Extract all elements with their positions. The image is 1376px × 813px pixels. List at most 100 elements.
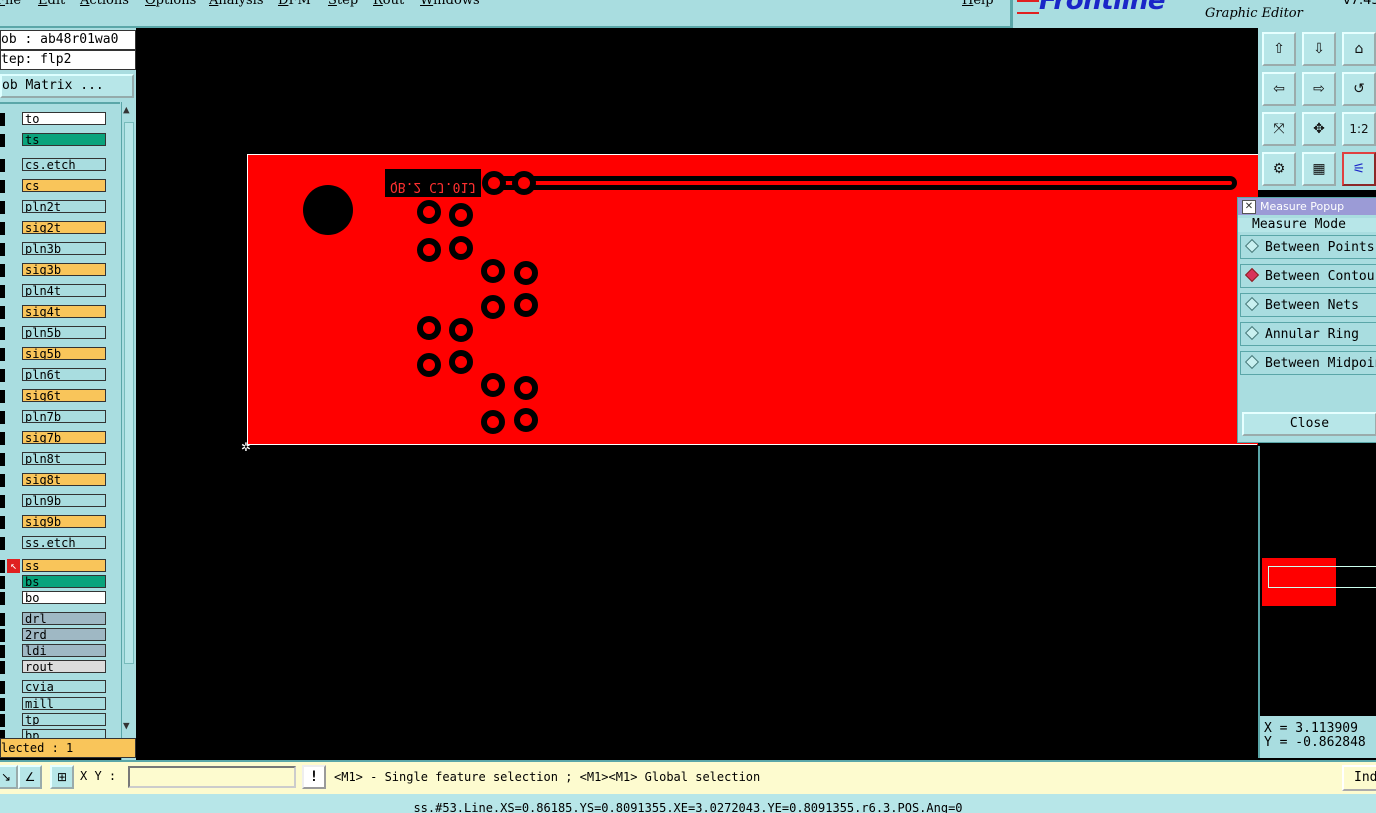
radio-icon[interactable] bbox=[1244, 354, 1260, 370]
via-pad[interactable] bbox=[512, 171, 536, 195]
layer-row[interactable]: ts bbox=[0, 133, 106, 148]
menu-rout[interactable]: Rout bbox=[373, 0, 404, 8]
layer-checkbox[interactable] bbox=[0, 681, 5, 695]
via-pad[interactable] bbox=[449, 350, 473, 374]
layer-checkbox[interactable] bbox=[0, 628, 5, 642]
measure-icon[interactable]: ∠ bbox=[18, 765, 42, 789]
scroll-up-icon[interactable]: ▲ bbox=[123, 104, 130, 115]
via-pad[interactable] bbox=[514, 408, 538, 432]
home-icon[interactable]: ⌂ bbox=[1342, 32, 1376, 66]
layer-checkbox[interactable] bbox=[0, 495, 5, 508]
via-pad[interactable] bbox=[417, 238, 441, 262]
layer-checkbox[interactable] bbox=[0, 306, 5, 319]
layer-row[interactable]: drl bbox=[0, 611, 106, 627]
measure-option[interactable]: Between Nets bbox=[1240, 293, 1376, 317]
grid-snap-icon[interactable]: ⊞ bbox=[50, 765, 74, 789]
layer-checkbox[interactable] bbox=[0, 222, 5, 235]
via-pad[interactable] bbox=[514, 293, 538, 317]
layer-checkbox[interactable] bbox=[0, 576, 5, 590]
menu-options[interactable]: Options bbox=[145, 0, 196, 8]
menu-dfm[interactable]: DFM bbox=[278, 0, 311, 8]
fiducial-pad[interactable] bbox=[303, 185, 353, 235]
layer-row[interactable]: cs bbox=[0, 179, 106, 194]
layer-checkbox[interactable] bbox=[0, 661, 5, 675]
pan-left-icon[interactable]: ⇦ bbox=[1262, 72, 1296, 106]
via-pad[interactable] bbox=[482, 171, 506, 195]
via-pad[interactable] bbox=[481, 410, 505, 434]
via-pad[interactable] bbox=[449, 203, 473, 227]
layer-checkbox[interactable] bbox=[0, 285, 5, 298]
layer-row[interactable]: ↖ ss bbox=[0, 559, 106, 574]
layer-row[interactable]: pln5b bbox=[0, 326, 106, 341]
layer-row[interactable]: ldi bbox=[0, 644, 106, 659]
radio-icon[interactable] bbox=[1244, 325, 1260, 341]
layer-row[interactable]: cvia bbox=[0, 680, 106, 695]
layer-row[interactable]: pln8t bbox=[0, 452, 106, 467]
layer-row[interactable]: 2rd bbox=[0, 627, 106, 643]
layer-checkbox[interactable] bbox=[0, 390, 5, 403]
overview-map[interactable] bbox=[1258, 446, 1376, 716]
layer-checkbox[interactable] bbox=[0, 645, 5, 658]
layer-checkbox[interactable] bbox=[0, 432, 5, 445]
menu-windows[interactable]: Windows bbox=[420, 0, 480, 8]
via-pad[interactable] bbox=[514, 261, 538, 285]
scroll-down-icon[interactable]: ▼ bbox=[123, 720, 130, 731]
alert-button[interactable]: ! bbox=[302, 765, 326, 789]
layer-checkbox[interactable] bbox=[0, 243, 5, 256]
via-pad[interactable] bbox=[449, 236, 473, 260]
layer-row[interactable]: ss.etch bbox=[0, 536, 106, 551]
via-pad[interactable] bbox=[481, 295, 505, 319]
layer-checkbox[interactable] bbox=[0, 264, 5, 277]
layer-row[interactable]: pln7b bbox=[0, 410, 106, 425]
layer-row[interactable]: sig4t bbox=[0, 305, 106, 320]
via-pad[interactable] bbox=[481, 259, 505, 283]
via-pad[interactable] bbox=[417, 353, 441, 377]
zoom-ratio-icon[interactable]: 1:2 bbox=[1342, 112, 1376, 146]
radio-icon[interactable] bbox=[1244, 296, 1260, 312]
layer-checkbox[interactable] bbox=[0, 537, 5, 550]
layer-checkbox[interactable] bbox=[0, 369, 5, 382]
layer-checkbox[interactable] bbox=[0, 713, 5, 727]
menu-edit[interactable]: Edit bbox=[38, 0, 65, 8]
layer-row[interactable]: pln2t bbox=[0, 200, 106, 215]
layer-row[interactable]: pln6t bbox=[0, 368, 106, 383]
radio-icon[interactable] bbox=[1244, 267, 1260, 283]
job-matrix-button[interactable]: ob Matrix ... bbox=[0, 74, 134, 98]
layer-checkbox[interactable] bbox=[0, 327, 5, 340]
layer-checkbox[interactable] bbox=[0, 516, 5, 529]
layer-checkbox[interactable] bbox=[0, 453, 5, 466]
layer-checkbox[interactable] bbox=[0, 201, 5, 214]
zoom-fit-icon[interactable]: ⤧ bbox=[1262, 112, 1296, 146]
snap-icon[interactable]: ↘ bbox=[0, 765, 18, 789]
measure-option[interactable]: Annular Ring bbox=[1240, 322, 1376, 346]
layer-scrollbar[interactable]: ▲ ▼ bbox=[121, 102, 136, 762]
layer-checkbox[interactable] bbox=[0, 134, 5, 147]
menu-step[interactable]: Step bbox=[328, 0, 358, 8]
layer-row[interactable]: pln9b bbox=[0, 494, 106, 509]
layer-row[interactable]: sig2t bbox=[0, 221, 106, 236]
layer-checkbox[interactable] bbox=[0, 113, 5, 126]
layer-checkbox[interactable] bbox=[0, 560, 5, 573]
pcb-board[interactable]: QB.2 CJ.01J bbox=[247, 154, 1258, 445]
scroll-thumb[interactable] bbox=[124, 122, 134, 664]
close-icon[interactable]: ✕ bbox=[1242, 200, 1256, 214]
layer-row[interactable]: to bbox=[0, 112, 106, 127]
via-pad[interactable] bbox=[417, 316, 441, 340]
layer-row[interactable]: tp bbox=[0, 712, 106, 728]
layer-row[interactable]: pln3b bbox=[0, 242, 106, 257]
measure-option[interactable]: Between Contours bbox=[1240, 264, 1376, 288]
layer-checkbox[interactable] bbox=[0, 612, 5, 626]
layer-checkbox[interactable] bbox=[0, 697, 5, 711]
pan-up-icon[interactable]: ⇧ bbox=[1262, 32, 1296, 66]
menu-file[interactable]: File bbox=[0, 0, 21, 8]
layer-checkbox[interactable] bbox=[0, 411, 5, 424]
measure-option[interactable]: Between Midpoints bbox=[1240, 351, 1376, 375]
measure-close-button[interactable]: Close bbox=[1242, 412, 1376, 436]
layer-checkbox[interactable] bbox=[0, 348, 5, 361]
grid-icon[interactable]: ▦ bbox=[1302, 152, 1336, 186]
layer-checkbox[interactable] bbox=[0, 474, 5, 487]
menu-help[interactable]: Help bbox=[962, 0, 994, 8]
zoom-back-icon[interactable]: ↺ bbox=[1342, 72, 1376, 106]
via-pad[interactable] bbox=[481, 373, 505, 397]
measure-option[interactable]: Between Points bbox=[1240, 235, 1376, 259]
